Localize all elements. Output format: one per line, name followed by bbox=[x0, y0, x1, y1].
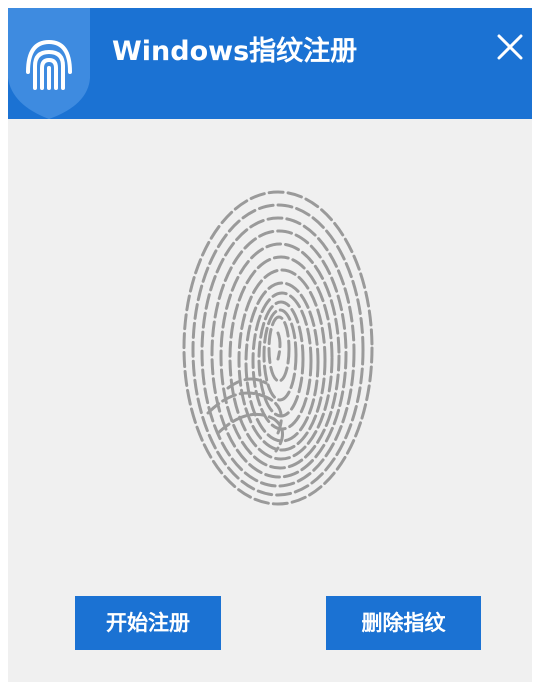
start-registration-button[interactable]: 开始注册 bbox=[75, 596, 221, 650]
delete-fingerprint-button[interactable]: 删除指纹 bbox=[326, 596, 481, 650]
close-icon[interactable] bbox=[495, 32, 525, 62]
fingerprint-registration-window: Windows指纹注册 开始注册 删除指纹 bbox=[8, 8, 532, 682]
fingerprint-icon bbox=[178, 183, 378, 513]
shield-fingerprint-icon bbox=[8, 8, 90, 119]
window-title: Windows指纹注册 bbox=[112, 36, 358, 67]
title-bar: Windows指纹注册 bbox=[8, 8, 532, 119]
